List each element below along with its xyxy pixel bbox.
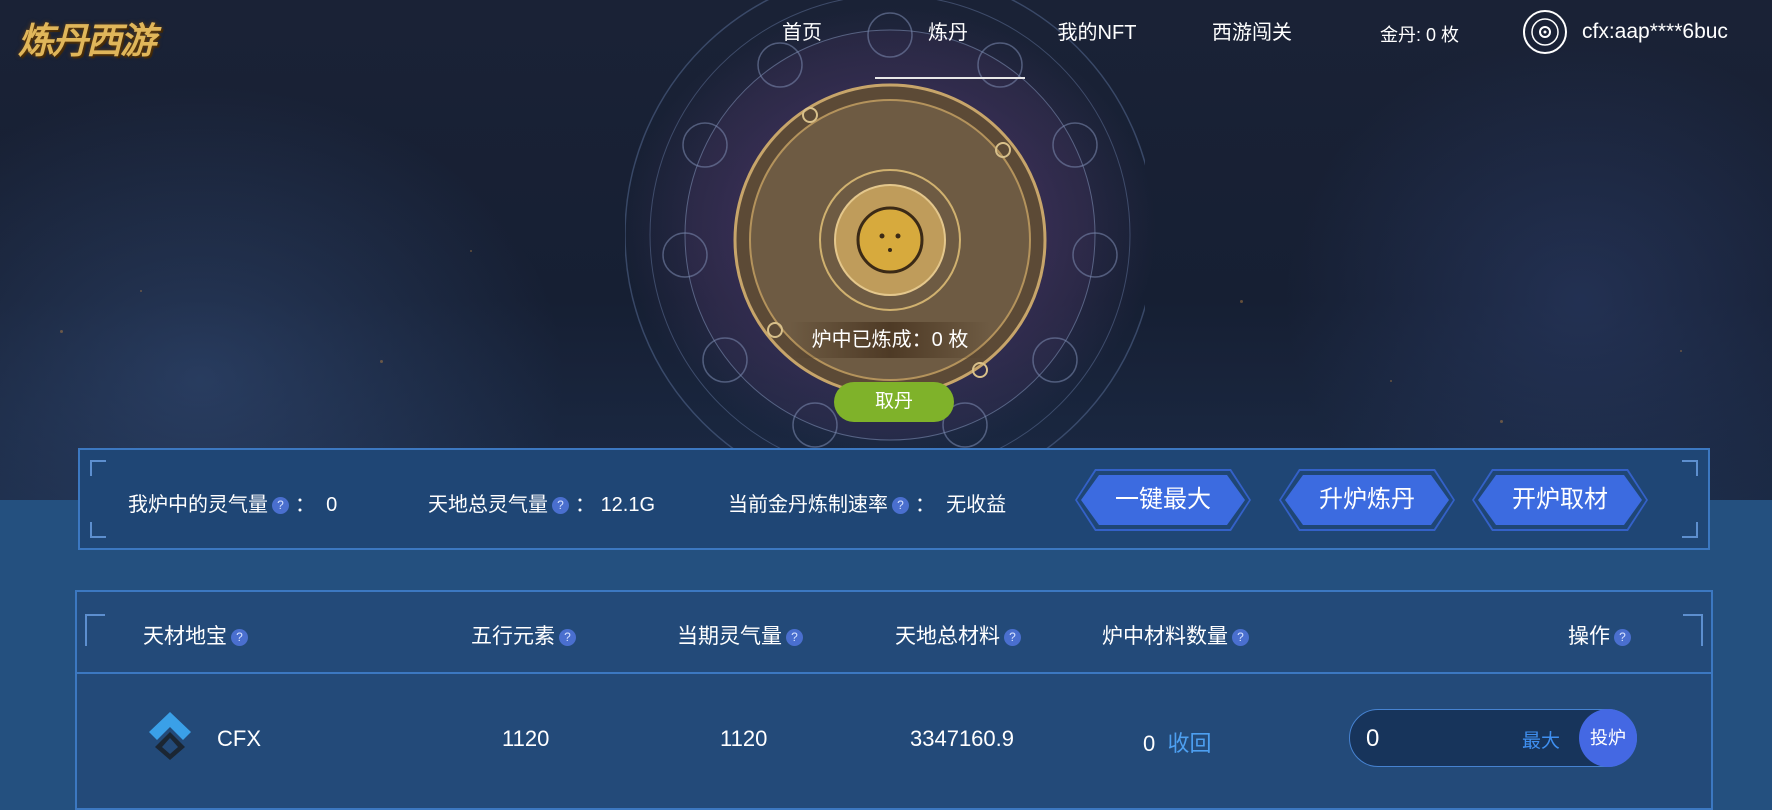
material-name: CFX <box>217 726 261 751</box>
help-icon[interactable]: ? <box>1614 629 1631 646</box>
background-speck <box>140 290 142 292</box>
help-icon[interactable]: ? <box>272 497 289 514</box>
nav-item-journey[interactable]: 西游闯关 <box>1202 18 1302 48</box>
in-furnace-count: 0 <box>1143 731 1156 756</box>
panel-corner-ornament <box>90 460 106 476</box>
refined-count-label: 炉中已炼成：0 枚 <box>790 322 990 358</box>
one-click-max-button[interactable]: 一键最大 <box>1081 475 1245 525</box>
column-header: 五行元素? <box>471 620 582 650</box>
upgrade-furnace-button[interactable]: 升炉炼丹 <box>1285 475 1449 525</box>
refine-rate-stat: 当前金丹炼制速率?： 无收益 <box>728 494 1007 516</box>
column-header: 炉中材料数量? <box>1102 620 1255 650</box>
help-icon[interactable]: ? <box>892 497 909 514</box>
cfx-logo-icon <box>149 712 191 760</box>
background-speck <box>1390 380 1392 382</box>
max-amount-link[interactable]: 最大 <box>1522 726 1560 753</box>
column-header: 当期灵气量? <box>677 620 809 650</box>
gold-balance-value: 0 枚 <box>1426 25 1460 45</box>
column-header: 天地总材料? <box>895 620 1027 650</box>
gold-balance-label: 金丹: <box>1380 25 1422 45</box>
my-qi-stat: 我炉中的灵气量?： 0 <box>128 494 338 516</box>
column-header: 操作? <box>1568 620 1637 650</box>
help-icon[interactable]: ? <box>559 629 576 646</box>
help-icon[interactable]: ? <box>786 629 803 646</box>
my-qi-value: 0 <box>326 494 338 516</box>
refine-rate-value: 无收益 <box>946 494 1007 516</box>
my-qi-label: 我炉中的灵气量 <box>128 494 268 516</box>
deposit-button[interactable]: 投炉 <box>1579 709 1637 767</box>
column-header: 天材地宝? <box>143 620 254 650</box>
total-qi-stat: 天地总灵气量?： 12.1G <box>428 494 656 516</box>
deposit-amount-input[interactable] <box>1364 720 1508 758</box>
panel-corner-ornament <box>1682 522 1698 538</box>
furnace-stats-panel: 我炉中的灵气量?： 0 天地总灵气量?： 12.1G 当前金丹炼制速率?： 无收… <box>78 448 1710 550</box>
nav-item-alchemy[interactable]: 炼丹 <box>918 18 978 48</box>
table-header: 天材地宝? 五行元素? 当期灵气量? 天地总材料? 炉中材料数量? 操作? <box>77 592 1711 674</box>
take-pill-button[interactable]: 取丹 <box>834 382 954 422</box>
background-speck <box>60 330 63 333</box>
help-icon[interactable]: ? <box>552 497 569 514</box>
open-furnace-button[interactable]: 开炉取材 <box>1478 475 1642 525</box>
nav-item-my-nft[interactable]: 我的NFT <box>1052 18 1142 48</box>
background-speck <box>1680 350 1682 352</box>
material-qi: 1120 <box>720 726 768 751</box>
wallet-address[interactable]: cfx:aap****6buc <box>1582 20 1728 44</box>
nav-active-underline <box>875 77 1025 79</box>
wallet-icon[interactable] <box>1523 10 1567 54</box>
background-speck <box>1500 420 1503 423</box>
help-icon[interactable]: ? <box>231 629 248 646</box>
total-qi-label: 天地总灵气量 <box>428 494 548 516</box>
panel-corner-ornament <box>90 522 106 538</box>
total-qi-value: 12.1G <box>600 494 656 516</box>
top-nav: 首页 炼丹 我的NFT 西游闯关 <box>0 0 1772 79</box>
deposit-control: 最大 投炉 <box>1349 709 1637 767</box>
background-speck <box>470 250 472 252</box>
background-speck <box>380 360 383 363</box>
gold-balance: 金丹: 0 枚 <box>1380 21 1459 47</box>
material-total: 3347160.9 <box>910 726 1014 751</box>
material-in-furnace: 0 收回 <box>1143 726 1212 758</box>
hero-banner: 炉中已炼成：0 枚 取丹 <box>0 0 1772 500</box>
help-icon[interactable]: ? <box>1004 629 1021 646</box>
refine-rate-label: 当前金丹炼制速率 <box>728 494 888 516</box>
nav-item-home[interactable]: 首页 <box>772 18 832 48</box>
help-icon[interactable]: ? <box>1232 629 1249 646</box>
background-speck <box>1240 300 1243 303</box>
materials-table: 天材地宝? 五行元素? 当期灵气量? 天地总材料? 炉中材料数量? 操作? CF… <box>75 590 1713 810</box>
material-element: 1120 <box>502 726 550 751</box>
recall-link[interactable]: 收回 <box>1167 731 1211 756</box>
panel-corner-ornament <box>1682 460 1698 476</box>
